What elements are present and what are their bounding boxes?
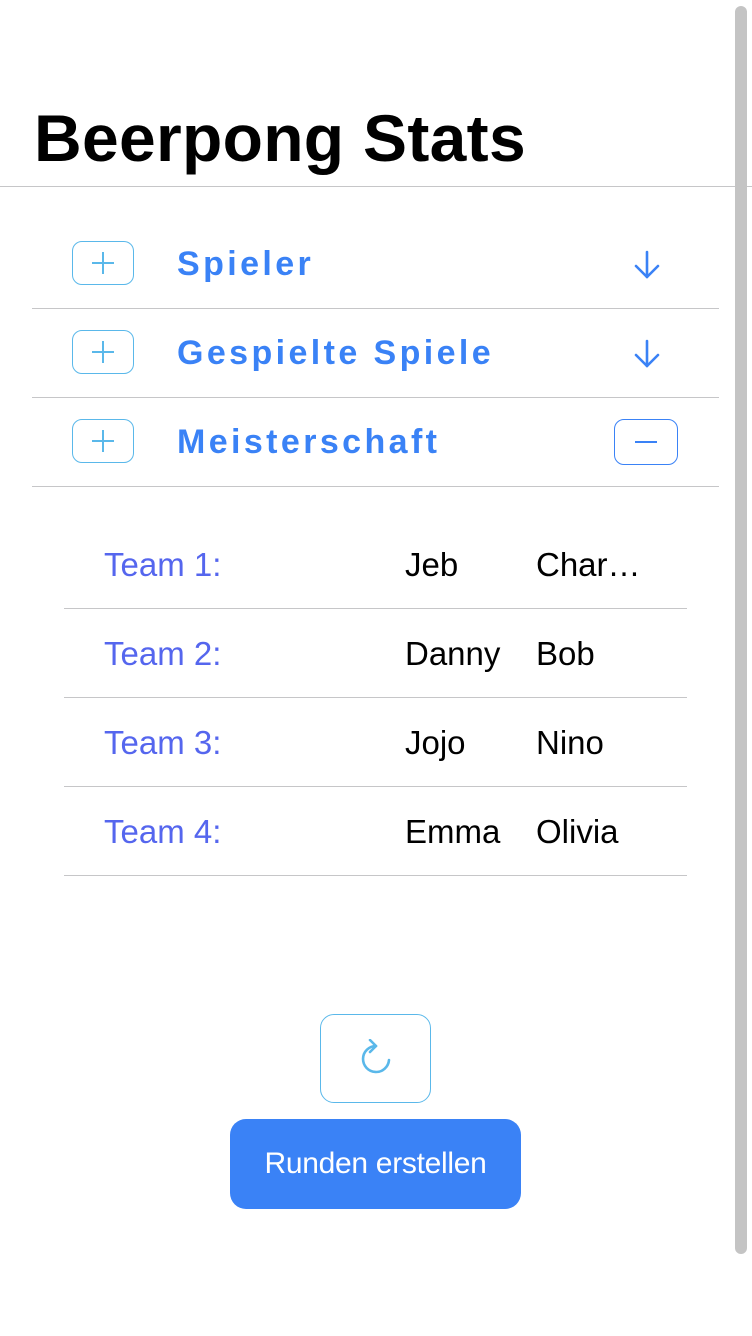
- team-player-2: Olivia: [536, 813, 619, 850]
- team-row: Team 1: Jeb Char…: [64, 520, 687, 609]
- plus-icon: [92, 252, 114, 274]
- section-gespielte-spiele: Gespielte Spiele: [32, 309, 719, 398]
- plus-icon: [92, 341, 114, 363]
- section-label-spieler[interactable]: Spieler: [177, 220, 314, 309]
- app-screen: Beerpong Stats Spieler Gespielte Spiele: [0, 0, 752, 1336]
- refresh-icon: [361, 1038, 390, 1073]
- create-rounds-button[interactable]: Runden erstellen: [230, 1119, 521, 1209]
- scrollbar[interactable]: [735, 0, 747, 1256]
- expand-spieler-button[interactable]: [630, 248, 664, 282]
- section-label-meisterschaft[interactable]: Meisterschaft: [177, 398, 440, 487]
- collapse-championship-button[interactable]: [614, 419, 678, 465]
- team-row: Team 3: Jojo Nino: [64, 698, 687, 787]
- title-divider: [0, 186, 752, 187]
- add-player-button[interactable]: [72, 241, 134, 285]
- expand-games-button[interactable]: [630, 337, 664, 371]
- team-player-1: Jojo: [405, 724, 466, 761]
- page-title: Beerpong Stats: [34, 101, 526, 175]
- teams-list: Team 1: Jeb Char… Team 2: Danny Bob Team…: [64, 520, 687, 876]
- section-spieler: Spieler: [32, 220, 719, 309]
- scrollbar-thumb[interactable]: [735, 6, 747, 1254]
- section-meisterschaft: Meisterschaft: [32, 398, 719, 487]
- team-player-1: Emma: [405, 813, 501, 850]
- team-label: Team 3:: [104, 724, 222, 761]
- plus-icon: [92, 430, 114, 452]
- team-player-1: Jeb: [405, 546, 459, 583]
- arrow-down-icon: [634, 250, 660, 279]
- add-game-button[interactable]: [72, 330, 134, 374]
- arrow-down-icon: [634, 339, 660, 368]
- minus-icon: [635, 441, 657, 443]
- team-label: Team 4:: [104, 813, 222, 850]
- section-label-gespielte-spiele[interactable]: Gespielte Spiele: [177, 309, 494, 398]
- team-label: Team 2:: [104, 635, 222, 672]
- team-player-2: Char…: [536, 546, 641, 583]
- team-player-1: Danny: [405, 635, 501, 672]
- add-championship-button[interactable]: [72, 419, 134, 463]
- team-player-2: Nino: [536, 724, 604, 761]
- team-label: Team 1:: [104, 546, 222, 583]
- team-row: Team 4: Emma Olivia: [64, 787, 687, 876]
- team-row: Team 2: Danny Bob: [64, 609, 687, 698]
- team-player-2: Bob: [536, 635, 595, 672]
- shuffle-teams-button[interactable]: [320, 1014, 431, 1103]
